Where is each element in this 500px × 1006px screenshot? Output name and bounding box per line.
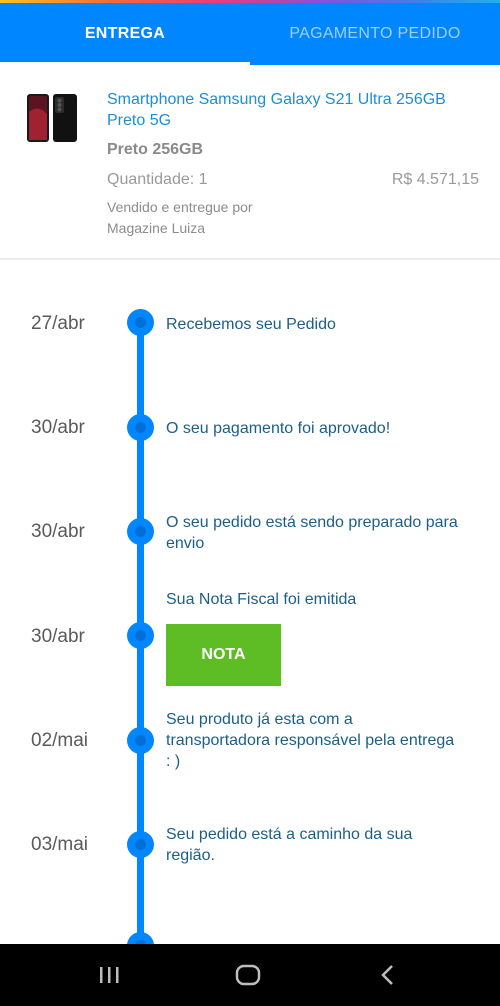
tab-payment-label: PAGAMENTO PEDIDO [289, 25, 461, 42]
back-button[interactable] [348, 944, 428, 1006]
event-date: 03/mai [31, 834, 89, 855]
timeline-dot-icon [127, 622, 154, 649]
timeline-dot-icon [127, 727, 154, 754]
recent-apps-icon [100, 967, 119, 983]
event-text: Sua Nota Fiscal foi emitida [166, 591, 357, 608]
back-icon [381, 965, 393, 985]
timeline-dot-icon [127, 414, 154, 441]
event-text: Recebemos seu Pedido [166, 316, 336, 333]
tab-bar: ENTREGA PAGAMENTO PEDIDO [0, 3, 500, 65]
seller-label: Vendido e entregue por [107, 199, 253, 215]
event-text: O seu pedido está sendo preparado para e… [166, 514, 458, 552]
event-date: 30/abr [31, 417, 85, 438]
product-card: Smartphone Samsung Galaxy S21 Ultra 256G… [0, 65, 500, 260]
section-divider [0, 258, 500, 260]
event-date: 02/mai [31, 730, 89, 751]
product-price: R$ 4.571,15 [391, 171, 479, 188]
product-title[interactable]: Smartphone Samsung Galaxy S21 Ultra 256G… [107, 89, 467, 131]
home-button[interactable] [208, 944, 288, 1006]
event-date: 30/abr [31, 521, 85, 542]
tab-delivery[interactable]: ENTREGA [0, 3, 250, 65]
tab-payment[interactable]: PAGAMENTO PEDIDO [250, 3, 500, 65]
system-navigation-bar [0, 944, 500, 1006]
tab-delivery-label: ENTREGA [84, 25, 166, 42]
event-text: Seu produto já esta com a transportadora… [166, 711, 455, 770]
home-icon [235, 964, 261, 986]
event-date: 27/abr [31, 313, 85, 334]
nota-fiscal-button[interactable]: NOTA [166, 624, 281, 686]
timeline-dot-icon [127, 309, 154, 336]
event-text: Seu pedido está a caminho da sua região. [166, 826, 413, 864]
product-quantity: Quantidade: 1 [107, 171, 208, 188]
event-text: O seu pagamento foi aprovado! [166, 420, 391, 437]
seller-name: Magazine Luiza [107, 220, 206, 236]
product-variant: Preto 256GB [107, 141, 204, 158]
event-date: 30/abr [31, 626, 85, 647]
recent-apps-button[interactable] [69, 944, 149, 1006]
product-image [27, 94, 77, 142]
timeline-dot-icon [127, 831, 154, 858]
timeline-dot-icon [127, 518, 154, 545]
